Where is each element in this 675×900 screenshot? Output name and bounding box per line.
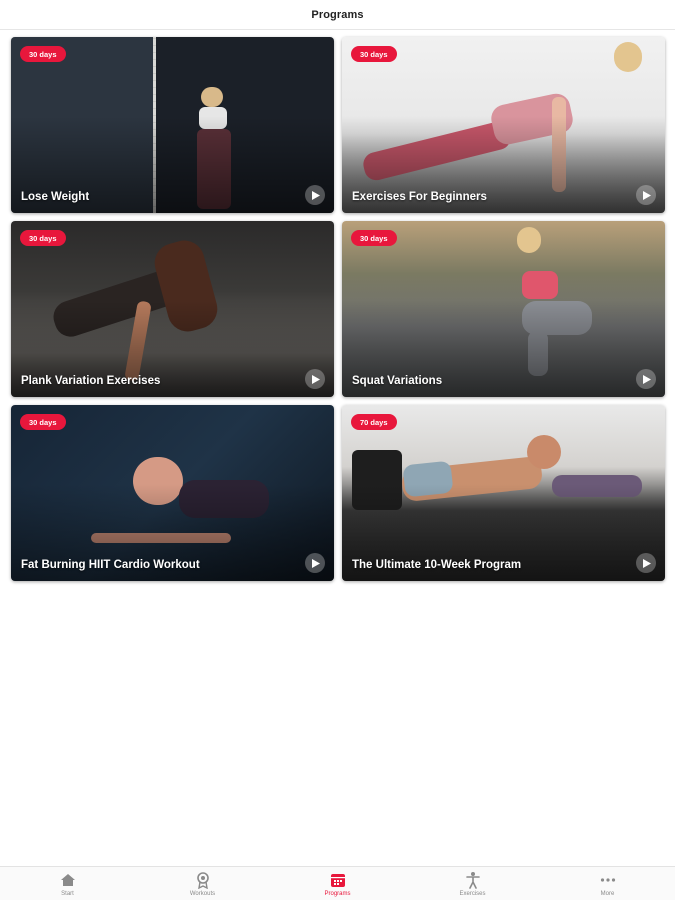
play-icon[interactable] (636, 185, 656, 205)
program-title: Squat Variations (352, 375, 443, 387)
tab-label: Workouts (189, 890, 216, 897)
duration-badge: 30 days (20, 230, 66, 246)
program-card-lose-weight[interactable]: 30 days Lose Weight (11, 37, 334, 213)
tab-label: More (600, 890, 615, 897)
page-title: Programs (311, 8, 364, 21)
play-icon[interactable] (636, 369, 656, 389)
tab-workouts[interactable]: Workouts (158, 871, 248, 897)
top-bar: Programs (0, 0, 675, 30)
program-card-fat-burning-hiit-cardio-workout[interactable]: 30 days Fat Burning HIIT Cardio Workout (11, 405, 334, 581)
play-icon[interactable] (305, 185, 325, 205)
home-icon (60, 873, 75, 886)
duration-badge: 30 days (20, 46, 66, 62)
tab-label: Exercises (459, 890, 486, 897)
play-icon[interactable] (636, 553, 656, 573)
program-card-squat-variations[interactable]: 30 days Squat Variations (342, 221, 665, 397)
play-icon[interactable] (305, 553, 325, 573)
program-card-the-ultimate-10-week-program[interactable]: 70 days The Ultimate 10-Week Program (342, 405, 665, 581)
tab-exercises[interactable]: Exercises (428, 871, 518, 897)
tab-programs[interactable]: Programs (293, 871, 383, 897)
program-title: Exercises For Beginners (352, 191, 487, 203)
tab-label: Start (61, 890, 74, 897)
program-card-plank-variation-exercises[interactable]: 30 days Plank Variation Exercises (11, 221, 334, 397)
program-card-exercises-for-beginners[interactable]: 30 days Exercises For Beginners (342, 37, 665, 213)
person-icon (465, 871, 480, 889)
calendar-icon (330, 873, 345, 887)
duration-badge: 30 days (20, 414, 66, 430)
program-title: Fat Burning HIIT Cardio Workout (21, 559, 200, 571)
programs-grid: 30 days Lose Weight 30 days Exercises Fo… (11, 37, 665, 581)
bottom-tab-bar: Start Workouts Programs Exercises More (0, 866, 675, 900)
tab-start[interactable]: Start (23, 871, 113, 897)
tab-label: Programs (324, 890, 351, 897)
program-title: Lose Weight (21, 191, 90, 203)
award-icon (196, 871, 209, 889)
duration-badge: 70 days (351, 414, 397, 430)
more-icon (600, 877, 615, 882)
play-icon[interactable] (305, 369, 325, 389)
duration-badge: 30 days (351, 46, 397, 62)
program-title: The Ultimate 10-Week Program (352, 559, 522, 571)
duration-badge: 30 days (351, 230, 397, 246)
tab-more[interactable]: More (563, 871, 653, 897)
program-title: Plank Variation Exercises (21, 375, 161, 387)
